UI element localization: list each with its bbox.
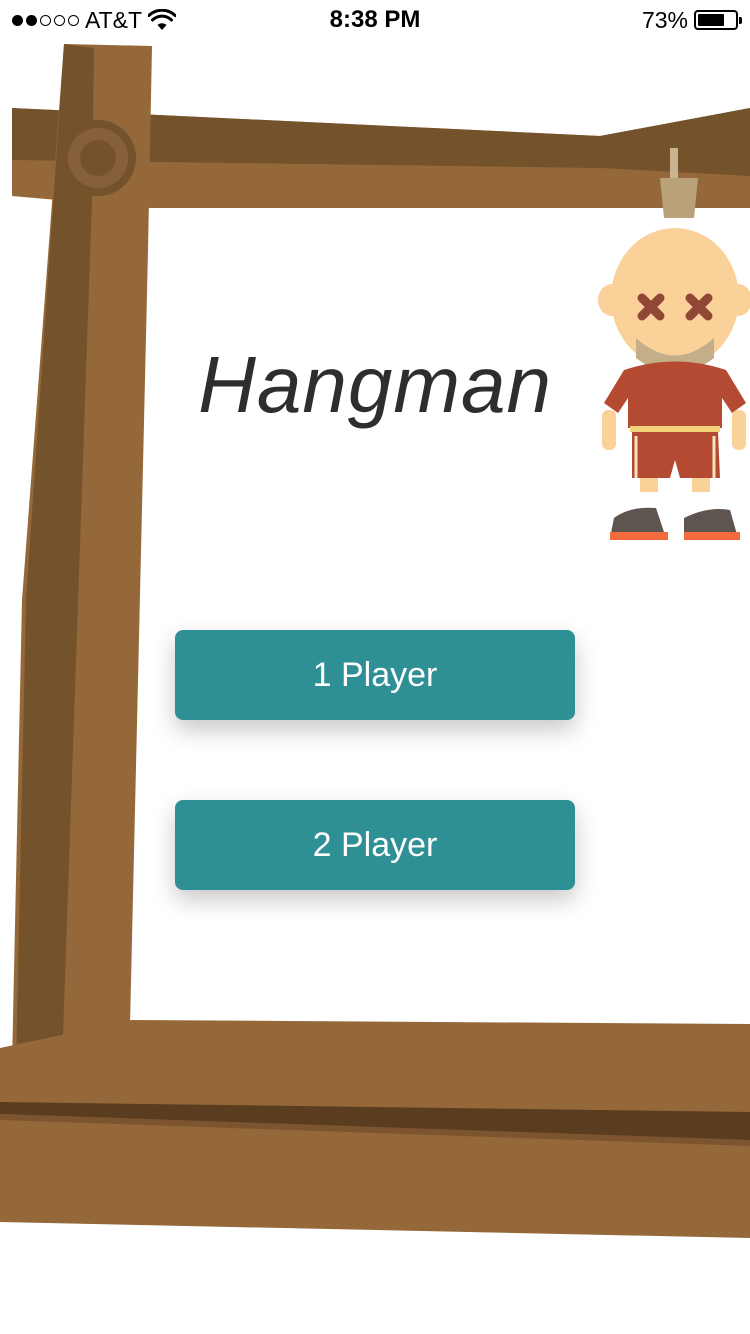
battery-fill	[698, 14, 725, 26]
two-player-button[interactable]: 2 Player	[175, 800, 575, 890]
battery-tip	[739, 17, 742, 24]
clock: 8:38 PM	[329, 6, 421, 33]
battery-percent: 73%	[641, 6, 688, 33]
status-bar: AT&T 8:38 PM 73%	[0, 0, 750, 40]
hanged-man-icon	[598, 148, 750, 540]
app-title: Hangman	[198, 340, 552, 429]
status-right: 73%	[641, 6, 742, 34]
battery-icon	[694, 10, 742, 30]
one-player-button[interactable]: 1 Player	[175, 630, 575, 720]
